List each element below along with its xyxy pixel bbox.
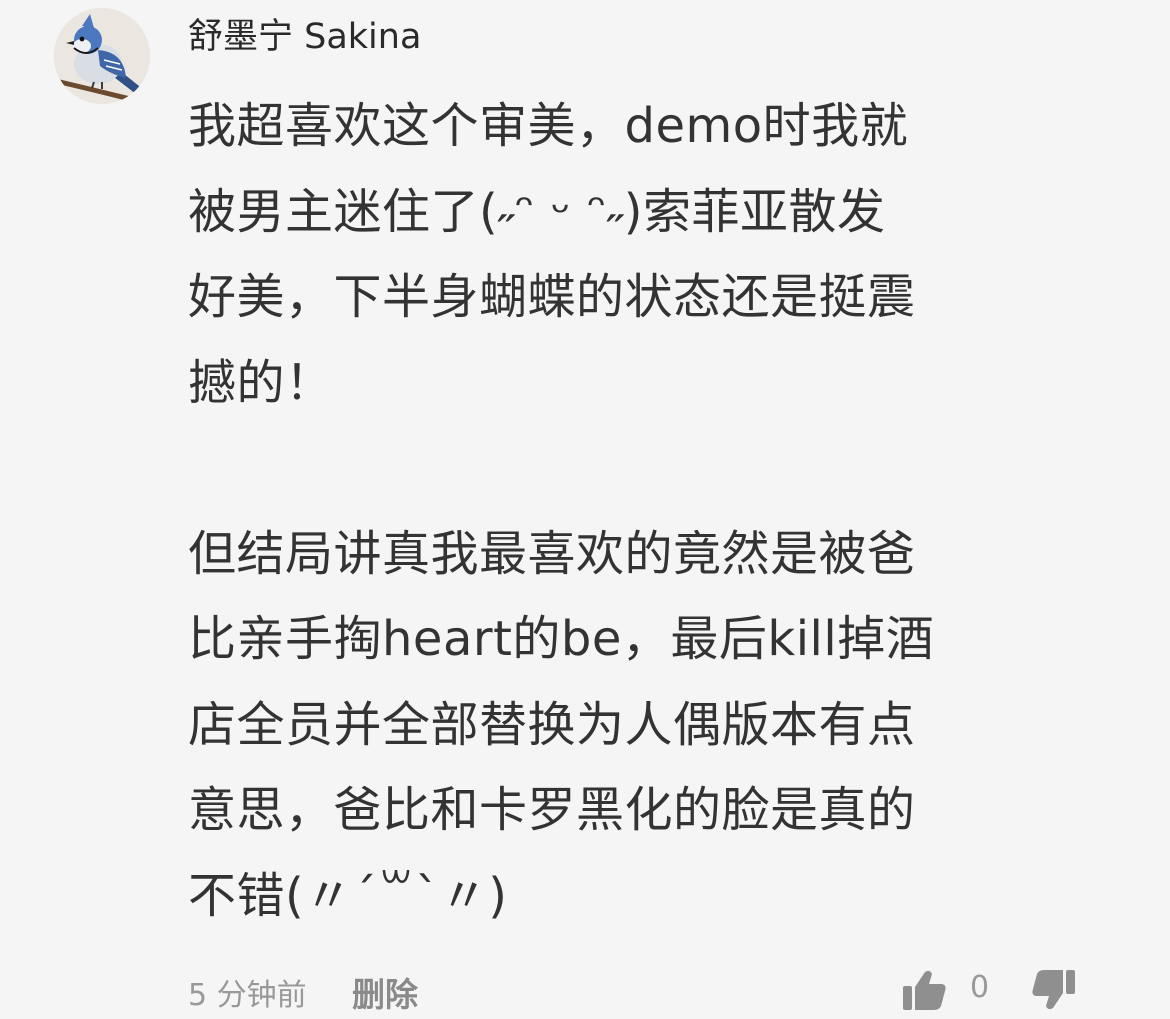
like-count: 0 xyxy=(970,970,990,1005)
comment-line: 店全员并全部替换为人偶版本有点 xyxy=(188,696,916,753)
comment-line: 比亲手掏heart的be，最后kill掉酒 xyxy=(188,611,935,667)
comment-line: 但结局讲真我最喜欢的竟然是被爸 xyxy=(188,525,916,582)
comment-footer: 5 分钟前 删除 0 xyxy=(188,966,1128,1016)
comment-paragraph-1: 我超喜欢这个审美，demo时我就 被男主迷住了(˶ᵔ ᵕ ᵔ˶)索菲亚散发 好美… xyxy=(188,84,1138,426)
comment-line: 撼的！ xyxy=(188,354,334,411)
comment-text: 我超喜欢这个审美，demo时我就 被男主迷住了(˶ᵔ ᵕ ᵔ˶)索菲亚散发 好美… xyxy=(188,84,1138,939)
like-button[interactable] xyxy=(900,966,948,1014)
delete-button[interactable]: 删除 xyxy=(352,968,418,1016)
comment-timestamp: 5 分钟前 xyxy=(188,978,307,1013)
comment-line: 我超喜欢这个审美，demo时我就 xyxy=(188,98,909,154)
comment-item: 舒墨宁 Sakina 我超喜欢这个审美，demo时我就 被男主迷住了(˶ᵔ ᵕ … xyxy=(0,0,1170,1019)
user-avatar[interactable] xyxy=(54,8,150,104)
blue-jay-bird-avatar xyxy=(54,8,150,104)
comment-line: 好美，下半身蝴蝶的状态还是挺震 xyxy=(188,269,916,325)
comment-line: 被男主迷住了(˶ᵔ ᵕ ᵔ˶)索菲亚散发 xyxy=(188,183,886,240)
comment-paragraph-2: 但结局讲真我最喜欢的竟然是被爸 比亲手掏heart的be，最后kill掉酒 店全… xyxy=(188,512,1138,940)
username[interactable]: 舒墨宁 Sakina xyxy=(188,14,421,60)
thumbs-up-icon xyxy=(903,970,946,1010)
comment-line: 意思，爸比和卡罗黑化的脸是真的 xyxy=(188,782,916,838)
comment-line: 不错(〃´꒳`〃) xyxy=(188,867,508,924)
dislike-button[interactable] xyxy=(1030,966,1078,1014)
thumbs-down-icon xyxy=(1032,970,1075,1010)
